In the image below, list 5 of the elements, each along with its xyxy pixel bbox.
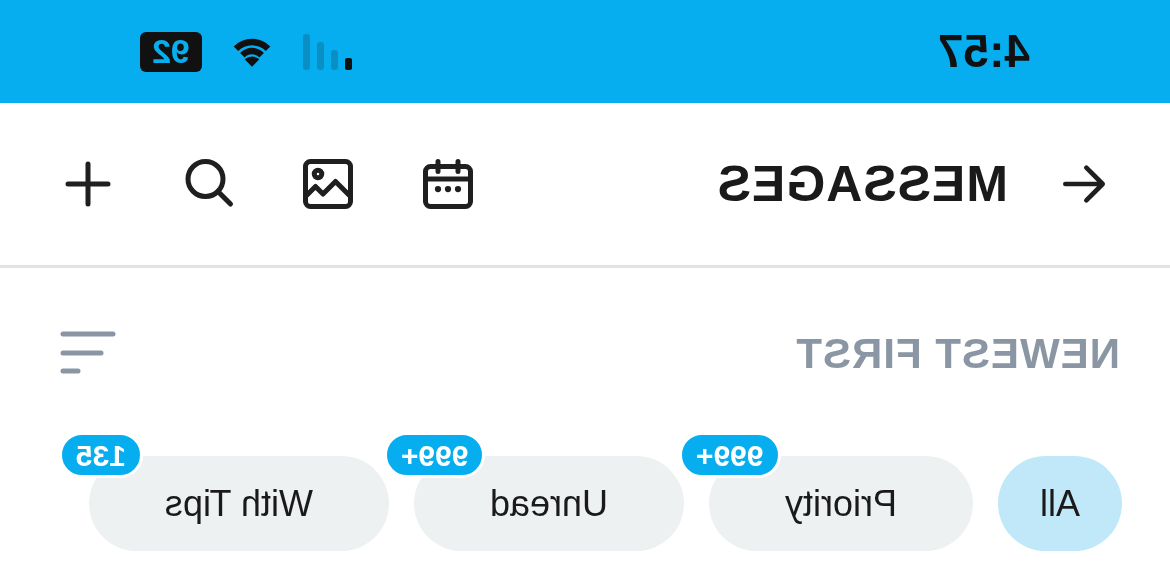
filter-chip[interactable]: All	[998, 456, 1122, 551]
clock-time: 4:57	[937, 24, 1030, 79]
filter-icon[interactable]	[60, 331, 116, 375]
page-title: MESSAGES	[716, 154, 1008, 214]
battery-indicator: 92	[140, 31, 202, 72]
